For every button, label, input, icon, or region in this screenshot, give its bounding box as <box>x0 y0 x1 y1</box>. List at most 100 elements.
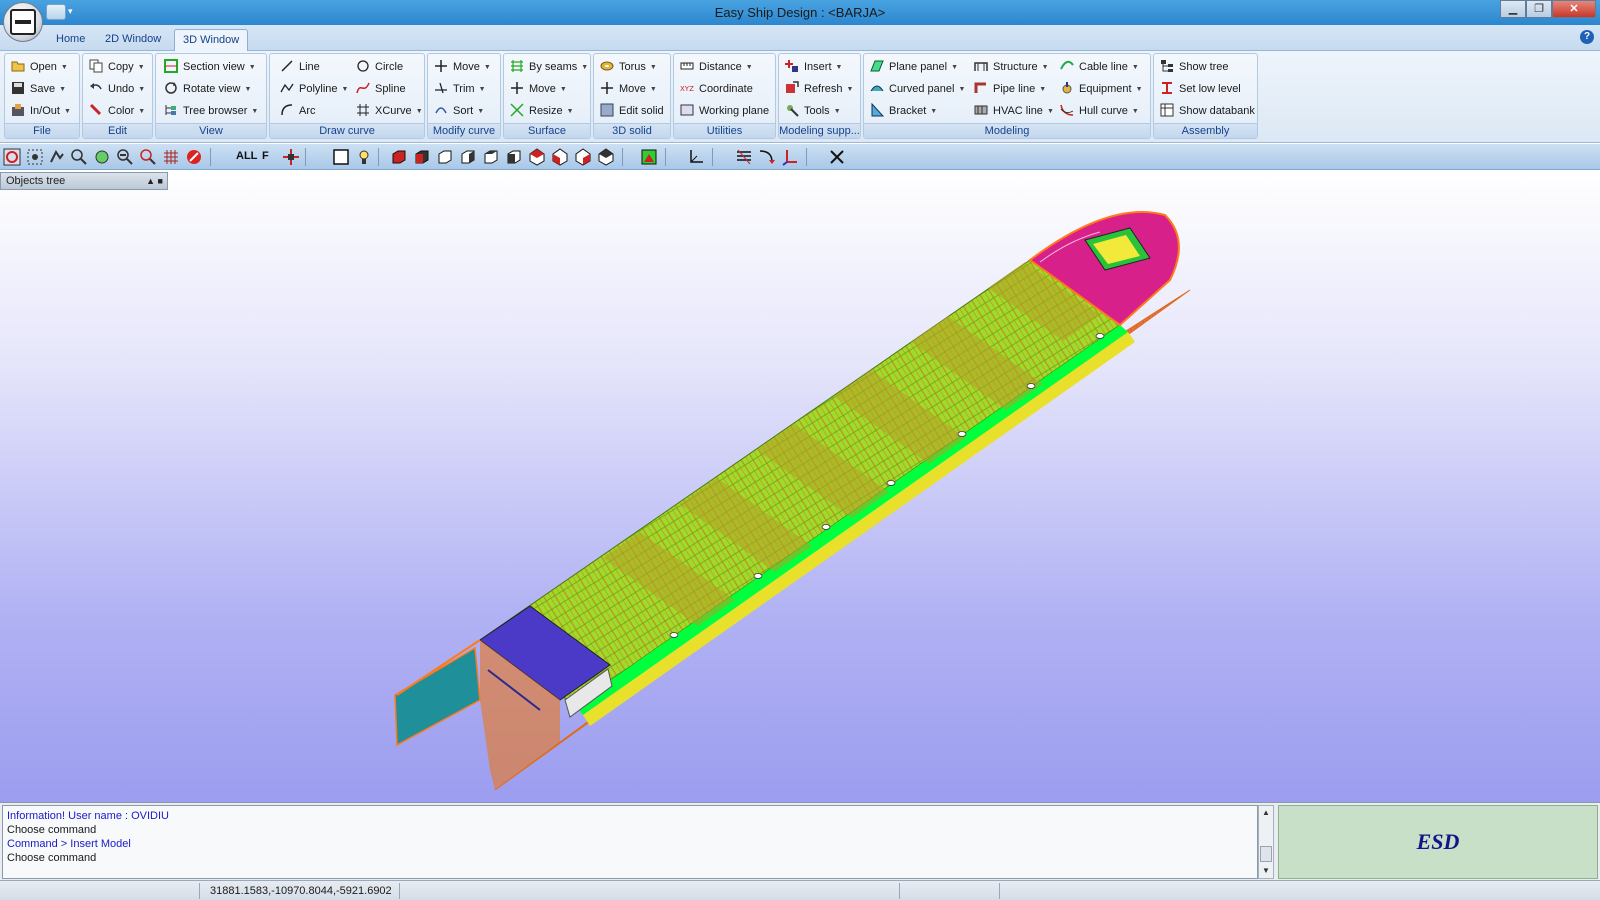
zoom-window-icon[interactable] <box>26 148 44 166</box>
resize-button[interactable]: Resize ▼ <box>510 101 574 121</box>
cable-line-button[interactable]: Cable line ▼ <box>1060 57 1139 77</box>
close-button[interactable]: ✕ <box>1552 0 1596 18</box>
view-back-icon[interactable] <box>436 148 454 166</box>
help-icon[interactable]: ? <box>1580 30 1594 44</box>
rotate-view-button[interactable]: Rotate view ▼ <box>164 79 251 99</box>
coordinate-button[interactable]: XYZ Coordinate <box>680 79 753 99</box>
view-front-icon[interactable] <box>413 148 431 166</box>
restore-button[interactable]: ❐ <box>1526 0 1552 18</box>
minimize-button[interactable]: ▁ <box>1500 0 1526 18</box>
view-left-icon[interactable] <box>459 148 477 166</box>
working-plane-icon <box>680 104 694 116</box>
databank-icon <box>1160 103 1174 117</box>
show-databank-button[interactable]: Show databank <box>1160 101 1255 121</box>
tab-home[interactable]: Home <box>48 29 93 51</box>
structure-button[interactable]: Structure ▼ <box>974 57 1049 77</box>
scroll-down-icon[interactable]: ▼ <box>1259 864 1273 878</box>
view-right-icon[interactable] <box>482 148 500 166</box>
open-button[interactable]: Open ▼ <box>11 57 68 77</box>
tools-button[interactable]: Tools ▼ <box>785 101 841 121</box>
trim-button[interactable]: Trim ▼ <box>434 79 486 99</box>
axis-icon[interactable] <box>687 148 705 166</box>
box-view-icon[interactable] <box>332 148 350 166</box>
xcurve-button[interactable]: XCurve ▼ <box>356 101 423 121</box>
working-plane-button[interactable]: Working plane <box>680 101 769 121</box>
move-arrows-icon <box>511 82 523 94</box>
render-icon[interactable] <box>640 148 658 166</box>
view-iso-2-icon[interactable] <box>551 148 569 166</box>
equipment-button[interactable]: Equipment ▼ <box>1060 79 1143 99</box>
line-button[interactable]: Line <box>280 57 320 77</box>
circle-button[interactable]: Circle <box>356 57 403 77</box>
grid-icon[interactable] <box>162 148 180 166</box>
save-button[interactable]: Save ▼ <box>11 79 66 99</box>
undo-button[interactable]: Undo ▼ <box>89 79 145 99</box>
light-bulb-icon[interactable] <box>355 148 373 166</box>
refresh-button[interactable]: Refresh ▼ <box>785 79 853 99</box>
view-bottom-icon[interactable] <box>505 148 523 166</box>
spline-button[interactable]: Spline <box>356 79 406 99</box>
in-out-button[interactable]: In/Out ▼ <box>11 101 71 121</box>
section-view-button[interactable]: Section view ▼ <box>164 57 256 77</box>
3d-viewport[interactable] <box>0 170 1600 802</box>
ship-hull-3d-model <box>394 211 1191 791</box>
by-seams-button[interactable]: By seams ▼ <box>510 57 588 77</box>
hvac-line-button[interactable]: HVAC line ▼ <box>974 101 1054 121</box>
zoom-out-icon[interactable] <box>116 148 134 166</box>
modify-move-button[interactable]: Move ▼ <box>434 57 491 77</box>
zoom-all-icon[interactable] <box>3 148 21 166</box>
floppy-disk-icon <box>12 82 24 94</box>
filter-button[interactable]: F <box>262 150 269 162</box>
set-low-level-button[interactable]: Set low level <box>1160 79 1241 99</box>
view-top-icon[interactable] <box>390 148 408 166</box>
curve-arrow-icon[interactable] <box>758 148 776 166</box>
arc-button[interactable]: Arc <box>280 101 316 121</box>
solid-move-button[interactable]: Move ▼ <box>600 79 657 99</box>
coordinate-axes-icon[interactable] <box>781 148 799 166</box>
group-view: Section view ▼ Rotate view ▼ Tree browser ▼… <box>155 53 267 139</box>
zoom-previous-icon[interactable] <box>139 148 157 166</box>
console-scrollbar[interactable]: ▲ ▼ <box>1258 805 1274 879</box>
pipe-line-button[interactable]: Pipe line ▼ <box>974 79 1046 99</box>
tree-icon <box>165 105 176 115</box>
import-export-icon <box>12 104 24 116</box>
copy-button[interactable]: Copy ▼ <box>89 57 145 77</box>
pan-icon[interactable] <box>48 148 66 166</box>
insert-button[interactable]: Insert ▼ <box>785 57 842 77</box>
scroll-thumb[interactable] <box>1260 846 1272 862</box>
edit-solid-button[interactable]: Edit solid <box>600 101 664 121</box>
bracket-button[interactable]: Bracket ▼ <box>870 101 937 121</box>
objects-tree-controls[interactable]: ▲ ■ <box>146 173 163 189</box>
tab-3d-window[interactable]: 3D Window <box>174 29 249 51</box>
distance-button[interactable]: Distance ▼ <box>680 57 753 77</box>
tab-2d-window[interactable]: 2D Window <box>97 29 169 51</box>
view-iso-1-icon[interactable] <box>528 148 546 166</box>
pick-point-icon[interactable] <box>282 148 300 166</box>
tree-browser-button[interactable]: Tree browser ▼ <box>164 101 258 121</box>
curved-panel-button[interactable]: Curved panel ▼ <box>870 79 965 99</box>
plane-panel-button[interactable]: Plane panel ▼ <box>870 57 958 77</box>
equipment-icon <box>1062 82 1072 94</box>
view-iso-3-icon[interactable] <box>574 148 592 166</box>
surface-move-button[interactable]: Move ▼ <box>510 79 567 99</box>
zoom-dynamic-icon[interactable] <box>93 148 111 166</box>
group-label-view: View <box>156 123 266 138</box>
insert-plus-icon <box>785 60 798 72</box>
zoom-in-icon[interactable] <box>70 148 88 166</box>
application-menu-button[interactable] <box>3 2 43 42</box>
polyline-button[interactable]: Polyline ▼ <box>280 79 348 99</box>
torus-button[interactable]: Torus ▼ <box>600 57 657 77</box>
objects-tree-panel[interactable]: Objects tree ▲ ■ <box>0 172 168 190</box>
view-iso-4-icon[interactable] <box>597 148 615 166</box>
toolbar-separator <box>378 148 379 166</box>
console-line: Choose command <box>7 852 97 864</box>
section-lines-icon[interactable] <box>735 148 753 166</box>
stop-icon[interactable] <box>185 148 203 166</box>
scroll-up-icon[interactable]: ▲ <box>1259 806 1273 820</box>
sort-button[interactable]: Sort ▼ <box>434 101 484 121</box>
hull-curve-button[interactable]: Hull curve ▼ <box>1060 101 1139 121</box>
show-tree-button[interactable]: Show tree <box>1160 57 1229 77</box>
color-button[interactable]: Color ▼ <box>89 101 145 121</box>
select-all-button[interactable]: ALL <box>236 150 257 162</box>
delete-x-icon[interactable] <box>828 148 846 166</box>
